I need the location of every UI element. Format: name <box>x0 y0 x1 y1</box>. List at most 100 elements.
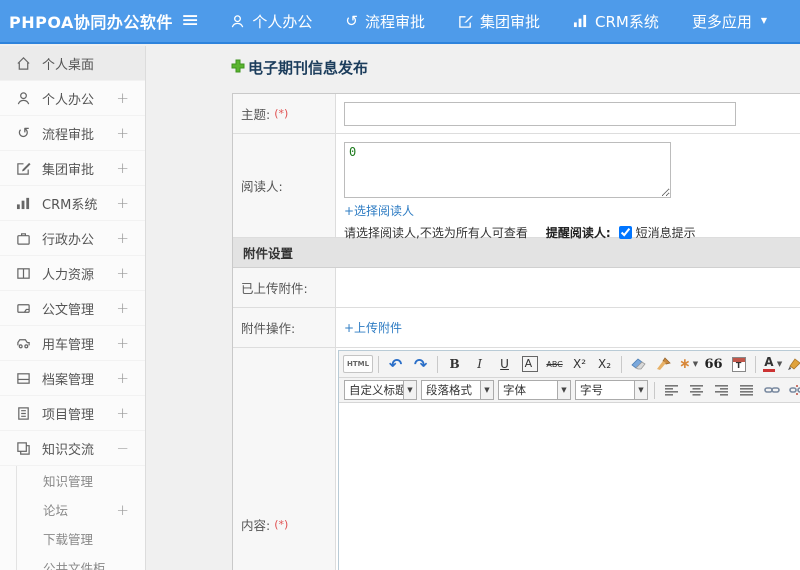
content-editor-cell: HTML ↶ ↷ B I U A ABC X² X₂ ∗ ▼ 66 T A ▼ … <box>336 348 800 570</box>
hamburger-menu-icon[interactable]: ≡ <box>178 10 202 32</box>
attachment-actions-label-cell: 附件操作: <box>233 308 336 347</box>
font-color-button[interactable]: A ▼ <box>761 353 784 375</box>
subject-label-cell: 主题: (*) <box>233 94 336 133</box>
expand-toggle[interactable]: + <box>116 501 129 519</box>
expand-toggle[interactable]: + <box>116 159 129 177</box>
uploaded-attachments-value <box>336 268 800 307</box>
sidebar-item-personal-office[interactable]: 个人办公 + <box>0 81 145 116</box>
expand-toggle[interactable]: + <box>116 229 129 247</box>
uploaded-attachments-label: 已上传附件: <box>241 281 308 296</box>
nav-personal-office[interactable]: 个人办公 <box>230 11 312 32</box>
sidebar-item-project-management[interactable]: 项目管理 + <box>0 396 145 431</box>
refresh-icon: ↺ <box>17 123 30 142</box>
expand-toggle[interactable]: + <box>116 334 129 352</box>
sidebar-item-human-resources[interactable]: 人力资源 + <box>0 256 145 291</box>
highlight-color-button[interactable]: ▼ <box>786 353 800 375</box>
sidebar-item-personal-desktop[interactable]: 个人桌面 <box>0 46 145 81</box>
font-style-button[interactable]: A <box>518 353 541 375</box>
readers-content-cell: 0 +选择阅读人 请选择阅读人,不选为所有人可查看 提醒阅读人: 短消息提示 <box>336 134 800 240</box>
sidebar-item-knowledge-exchange[interactable]: 知识交流 − <box>0 431 145 466</box>
briefcase-icon <box>15 230 32 247</box>
sidebar-item-vehicle-management[interactable]: 用车管理 + <box>0 326 145 361</box>
sidebar-item-group-approval[interactable]: 集团审批 + <box>0 151 145 186</box>
underline-button[interactable]: U <box>493 353 516 375</box>
chevron-down-icon: ▼ <box>760 16 767 25</box>
sidebar-item-document-management[interactable]: 公文管理 + <box>0 291 145 326</box>
format-brush-button[interactable] <box>652 353 675 375</box>
align-center-button[interactable] <box>685 379 708 401</box>
sidebar-item-label: 个人办公 <box>42 92 95 108</box>
paste-as-text-button[interactable]: T <box>727 353 750 375</box>
expand-toggle[interactable]: + <box>116 369 129 387</box>
align-justify-button[interactable] <box>735 379 758 401</box>
sidebar-submenu-knowledge: 知识管理 论坛 + 下载管理 公共文件柜 <box>16 466 145 570</box>
uploaded-attachments-row: 已上传附件: <box>233 268 800 308</box>
eraser-button[interactable] <box>627 353 650 375</box>
app-logo: PHPOA协同办公软件 <box>9 13 173 32</box>
expand-toggle[interactable]: + <box>116 124 129 142</box>
book-icon <box>15 265 32 282</box>
readers-label: 阅读人: <box>241 179 283 194</box>
attachment-actions-label: 附件操作: <box>241 321 296 336</box>
sidebar-subitem-label: 下载管理 <box>43 532 94 547</box>
sms-notify-checkbox[interactable] <box>618 226 632 239</box>
expand-toggle[interactable]: + <box>116 404 129 422</box>
autoformat-wand-button[interactable]: ∗ ▼ <box>677 353 700 375</box>
editor-content-area[interactable] <box>339 403 800 570</box>
html-source-button[interactable]: HTML <box>343 355 374 373</box>
blockquote-button[interactable]: 66 <box>702 353 725 375</box>
strikethrough-button[interactable]: ABC <box>543 353 566 375</box>
custom-heading-select[interactable]: 自定义标题 ▼ <box>344 380 417 400</box>
paragraph-format-select[interactable]: 段落格式 ▼ <box>421 380 494 400</box>
subscript-button[interactable]: X₂ <box>593 353 616 375</box>
expand-toggle[interactable]: + <box>116 89 129 107</box>
subject-input[interactable] <box>344 101 736 126</box>
font-family-select[interactable]: 字体 ▼ <box>498 380 571 400</box>
sidebar-item-label: 个人桌面 <box>42 57 95 73</box>
expand-toggle[interactable]: + <box>116 264 129 282</box>
subject-content-cell <box>336 94 800 133</box>
sidebar-item-archive-management[interactable]: 档案管理 + <box>0 361 145 396</box>
nav-more-apps[interactable]: 更多应用 ▼ <box>692 11 767 32</box>
undo-button[interactable]: ↶ <box>384 353 407 375</box>
redo-button[interactable]: ↷ <box>409 353 432 375</box>
bar-chart-icon <box>15 195 32 212</box>
nav-crm-system[interactable]: CRM系统 <box>573 11 659 32</box>
nav-group-approval[interactable]: 集团审批 <box>458 11 540 32</box>
font-size-select[interactable]: 字号 ▼ <box>575 380 648 400</box>
content-label-cell: 内容: (*) <box>233 348 336 570</box>
bold-button[interactable]: B <box>443 353 466 375</box>
readers-textarea[interactable]: 0 <box>344 142 671 198</box>
sidebar-subitem-forum[interactable]: 论坛 + <box>17 495 145 524</box>
clipboard-icon <box>15 405 32 422</box>
italic-button[interactable]: I <box>468 353 491 375</box>
remove-link-button[interactable] <box>785 379 800 401</box>
upload-attachment-link[interactable]: +上传附件 <box>344 319 402 336</box>
align-left-button[interactable] <box>660 379 683 401</box>
nav-label: 流程审批 <box>364 12 425 31</box>
expand-toggle[interactable]: + <box>116 194 129 212</box>
page-title: 电子期刊信息发布 <box>248 59 369 77</box>
insert-link-button[interactable] <box>760 379 783 401</box>
person-icon <box>230 14 245 29</box>
sidebar-item-admin-office[interactable]: 行政办公 + <box>0 221 145 256</box>
sidebar-item-crm-system[interactable]: CRM系统 + <box>0 186 145 221</box>
toolbar-separator <box>437 355 439 373</box>
expand-toggle[interactable]: − <box>116 439 129 457</box>
required-mark: (*) <box>274 518 289 531</box>
chevron-down-icon: ▼ <box>480 381 493 399</box>
superscript-button[interactable]: X² <box>568 353 591 375</box>
editor-toolbar-row2: 自定义标题 ▼ 段落格式 ▼ 字体 ▼ 字号 ▼ <box>339 378 800 403</box>
toolbar-separator <box>654 381 655 399</box>
align-right-button[interactable] <box>710 379 733 401</box>
sidebar-subitem-public-file-cabinet[interactable]: 公共文件柜 <box>17 553 145 570</box>
sidebar-subitem-label: 知识管理 <box>43 474 94 489</box>
content-label: 内容: <box>241 518 271 533</box>
nav-workflow-approval[interactable]: ↺ 流程审批 <box>345 11 425 32</box>
sidebar-subitem-download-management[interactable]: 下载管理 <box>17 524 145 553</box>
remind-readers-label: 提醒阅读人: <box>545 226 611 240</box>
sidebar-subitem-knowledge-management[interactable]: 知识管理 <box>17 466 145 495</box>
sidebar-item-workflow-approval[interactable]: ↺ 流程审批 + <box>0 116 145 151</box>
expand-toggle[interactable]: + <box>116 299 129 317</box>
select-readers-link[interactable]: +选择阅读人 <box>344 202 414 219</box>
